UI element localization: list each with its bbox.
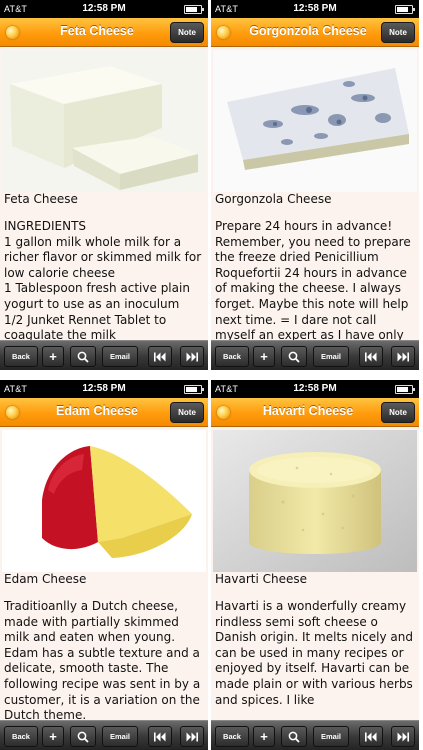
battery-icon bbox=[184, 5, 204, 14]
search-button[interactable] bbox=[281, 726, 307, 747]
add-button[interactable]: + bbox=[42, 346, 64, 367]
title-bar: Gorgonzola Cheese Note bbox=[211, 18, 419, 47]
clock: 12:58 PM bbox=[293, 383, 337, 394]
title-bar: Havarti Cheese Note bbox=[211, 398, 419, 427]
search-button[interactable] bbox=[70, 726, 96, 747]
cheese-caption: Edam Cheese bbox=[4, 572, 87, 586]
rewind-icon bbox=[154, 352, 166, 361]
next-button[interactable] bbox=[180, 726, 204, 747]
cheese-caption: Gorgonzola Cheese bbox=[215, 192, 332, 206]
content-area: Havarti Cheese Havarti is a wonderfully … bbox=[211, 427, 419, 720]
title-bar: Edam Cheese Note bbox=[0, 398, 208, 427]
previous-button[interactable] bbox=[148, 346, 172, 367]
clock: 12:58 PM bbox=[82, 3, 126, 14]
previous-button[interactable] bbox=[359, 346, 383, 367]
search-icon bbox=[77, 351, 89, 363]
bottom-toolbar: Back + Email bbox=[211, 720, 419, 750]
email-button[interactable]: Email bbox=[313, 726, 349, 747]
search-icon bbox=[288, 351, 300, 363]
search-button[interactable] bbox=[70, 346, 96, 367]
next-button[interactable] bbox=[391, 726, 415, 747]
next-button[interactable] bbox=[391, 346, 415, 367]
search-icon bbox=[77, 731, 89, 743]
back-button[interactable]: Back bbox=[4, 726, 38, 747]
add-button[interactable]: + bbox=[42, 726, 64, 747]
fast-forward-icon bbox=[397, 352, 409, 361]
previous-button[interactable] bbox=[148, 726, 172, 747]
page-title: Edam Cheese bbox=[56, 404, 138, 418]
rewind-icon bbox=[154, 732, 166, 741]
previous-button[interactable] bbox=[359, 726, 383, 747]
search-icon bbox=[288, 731, 300, 743]
status-bar: AT&T 12:58 PM bbox=[211, 380, 419, 398]
add-button[interactable]: + bbox=[253, 346, 275, 367]
fast-forward-icon bbox=[397, 732, 409, 741]
rewind-icon bbox=[365, 732, 377, 741]
next-button[interactable] bbox=[180, 346, 204, 367]
back-button[interactable]: Back bbox=[215, 346, 249, 367]
screen-havarti: AT&T 12:58 PM Havarti Cheese Note Havart… bbox=[211, 380, 419, 750]
cheese-photo bbox=[213, 50, 417, 192]
status-bar: AT&T 12:58 PM bbox=[211, 0, 419, 18]
add-button[interactable]: + bbox=[253, 726, 275, 747]
battery-icon bbox=[184, 385, 204, 394]
battery-icon bbox=[395, 385, 415, 394]
cheese-description: INGREDIENTS 1 gallon milk whole milk for… bbox=[4, 219, 202, 340]
cheese-photo bbox=[2, 50, 206, 192]
cheese-photo bbox=[213, 430, 417, 572]
cheese-caption: Havarti Cheese bbox=[215, 572, 308, 586]
cheese-logo-icon bbox=[6, 26, 19, 39]
rewind-icon bbox=[365, 352, 377, 361]
fast-forward-icon bbox=[186, 352, 198, 361]
cheese-photo bbox=[2, 430, 206, 572]
back-button[interactable]: Back bbox=[215, 726, 249, 747]
back-button[interactable]: Back bbox=[4, 346, 38, 367]
page-title: Feta Cheese bbox=[60, 24, 134, 38]
cheese-description: Traditioanlly a Dutch cheese, made with … bbox=[4, 599, 201, 720]
battery-icon bbox=[395, 5, 415, 14]
note-button[interactable]: Note bbox=[170, 402, 204, 423]
cheese-logo-icon bbox=[6, 406, 19, 419]
note-button[interactable]: Note bbox=[170, 22, 204, 43]
screen-gorgonzola: AT&T 12:58 PM Gorgonzola Cheese Note Gor… bbox=[211, 0, 419, 370]
email-button[interactable]: Email bbox=[313, 346, 349, 367]
page-title: Havarti Cheese bbox=[262, 404, 354, 418]
bottom-toolbar: Back + Email bbox=[0, 720, 208, 750]
status-bar: AT&T 12:58 PM bbox=[0, 380, 208, 398]
title-bar: Feta Cheese Note bbox=[0, 18, 208, 47]
cheese-description: Havarti is a wonderfully creamy rindless… bbox=[215, 599, 417, 707]
fast-forward-icon bbox=[186, 732, 198, 741]
clock: 12:58 PM bbox=[293, 3, 337, 14]
status-bar: AT&T 12:58 PM bbox=[0, 0, 208, 18]
bottom-toolbar: Back + Email bbox=[0, 340, 208, 370]
cheese-logo-icon bbox=[217, 26, 230, 39]
bottom-toolbar: Back + Email bbox=[211, 340, 419, 370]
screen-edam: AT&T 12:58 PM Edam Cheese Note Edam Chee… bbox=[0, 380, 208, 750]
search-button[interactable] bbox=[281, 346, 307, 367]
email-button[interactable]: Email bbox=[102, 346, 138, 367]
screen-feta: AT&T 12:58 PM Feta Cheese Note Feta Chee… bbox=[0, 0, 208, 370]
cheese-caption: Feta Cheese bbox=[4, 192, 78, 206]
note-button[interactable]: Note bbox=[381, 22, 415, 43]
content-area: Edam Cheese Traditioanlly a Dutch cheese… bbox=[0, 427, 208, 720]
cheese-description: Prepare 24 hours in advance! Remember, y… bbox=[215, 219, 411, 340]
clock: 12:58 PM bbox=[82, 383, 126, 394]
cheese-logo-icon bbox=[217, 406, 230, 419]
note-button[interactable]: Note bbox=[381, 402, 415, 423]
email-button[interactable]: Email bbox=[102, 726, 138, 747]
content-area: Gorgonzola Cheese Prepare 24 hours in ad… bbox=[211, 47, 419, 340]
content-area: Feta Cheese INGREDIENTS 1 gallon milk wh… bbox=[0, 47, 208, 340]
page-title: Gorgonzola Cheese bbox=[249, 24, 367, 38]
